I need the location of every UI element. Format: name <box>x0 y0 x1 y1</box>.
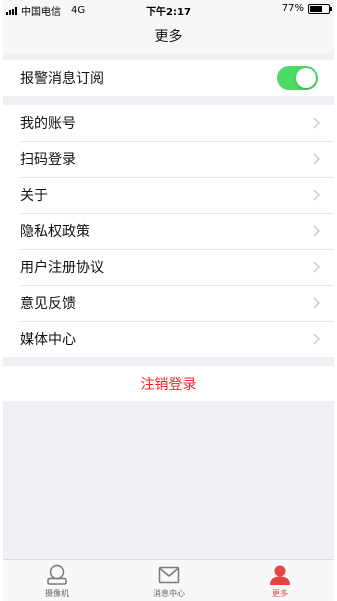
chevron-right-icon <box>313 153 320 165</box>
menu-item-privacy-policy[interactable]: 隐私权政策 <box>3 213 334 249</box>
alarm-subscription-toggle[interactable] <box>277 66 318 90</box>
battery-icon <box>308 3 332 14</box>
page-title: 更多 <box>154 29 183 45</box>
menu-item-feedback[interactable]: 意见反馈 <box>3 285 334 321</box>
menu-item-media-center[interactable]: 媒体中心 <box>3 321 334 357</box>
tab-label: 消息中心 <box>153 589 185 598</box>
chevron-right-icon <box>313 225 320 237</box>
chevron-right-icon <box>313 189 320 201</box>
tab-label: 更多 <box>272 589 288 598</box>
top-bar: 中国电信 4G 下午2:17 77% 更多 <box>3 0 334 53</box>
status-right: 77% <box>281 3 332 14</box>
menu-list: 我的账号 扫码登录 关于 隐私权政策 用户注册协议 意见反馈 媒体中心 <box>3 105 334 357</box>
chevron-right-icon <box>313 297 320 309</box>
menu-item-label: 意见反馈 <box>20 296 76 312</box>
alarm-settings-group: 报警消息订阅 <box>3 60 334 96</box>
chevron-right-icon <box>313 117 320 129</box>
menu-item-label: 关于 <box>20 188 48 204</box>
chevron-right-icon <box>313 261 320 273</box>
menu-item-scan-login[interactable]: 扫码登录 <box>3 141 334 177</box>
tab-message-center[interactable]: 消息中心 <box>134 564 204 600</box>
menu-item-user-agreement[interactable]: 用户注册协议 <box>3 249 334 285</box>
chevron-right-icon <box>313 333 320 345</box>
menu-item-my-account[interactable]: 我的账号 <box>3 105 334 141</box>
menu-item-label: 用户注册协议 <box>20 260 104 276</box>
menu-item-label: 媒体中心 <box>20 332 76 348</box>
menu-item-about[interactable]: 关于 <box>3 177 334 213</box>
toggle-knob <box>296 68 316 88</box>
person-icon <box>270 565 290 585</box>
menu-item-label: 扫码登录 <box>20 152 76 168</box>
menu-item-label: 隐私权政策 <box>20 224 90 240</box>
tab-camera[interactable]: 摄像机 <box>22 564 92 600</box>
tab-bar: 摄像机 消息中心 更多 <box>3 559 334 601</box>
alarm-subscription-label: 报警消息订阅 <box>20 71 104 87</box>
app-screen: 中国电信 4G 下午2:17 77% 更多 报警消息订阅 我的账号 扫码登录 关… <box>3 0 334 601</box>
tab-more[interactable]: 更多 <box>245 564 315 600</box>
alarm-subscription-row: 报警消息订阅 <box>3 60 334 96</box>
menu-item-label: 我的账号 <box>20 116 76 132</box>
battery-percent: 77% <box>281 3 304 14</box>
status-bar: 中国电信 4G 下午2:17 77% <box>3 0 334 18</box>
logout-button[interactable]: 注销登录 <box>3 366 334 401</box>
tab-label: 摄像机 <box>45 589 69 598</box>
mail-icon <box>158 566 180 584</box>
camera-icon <box>47 564 67 585</box>
